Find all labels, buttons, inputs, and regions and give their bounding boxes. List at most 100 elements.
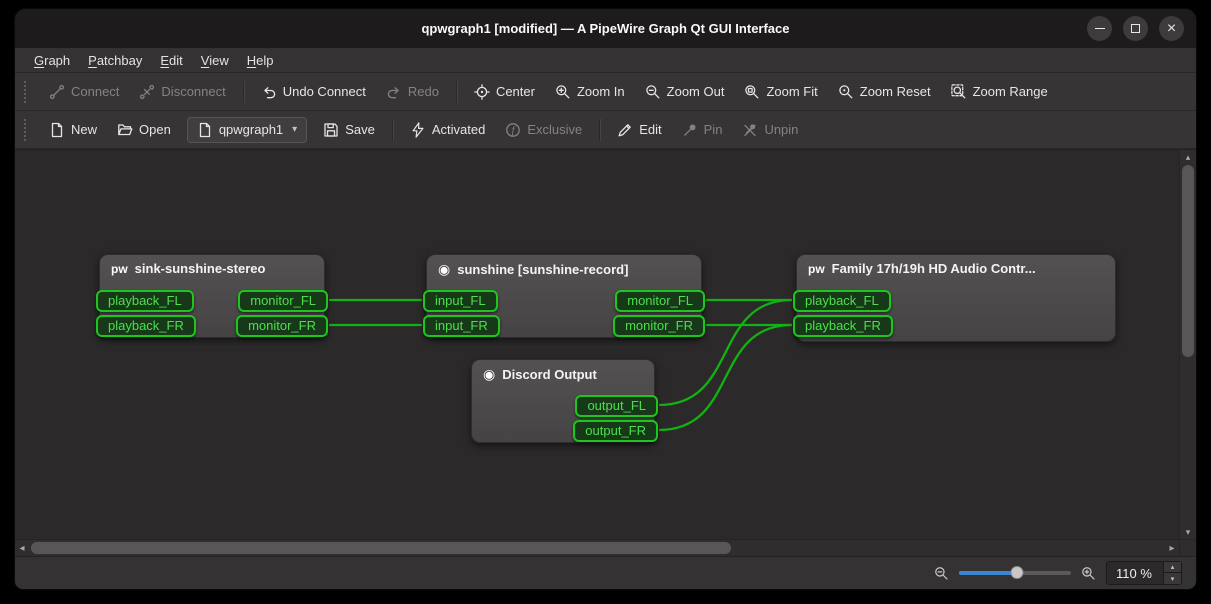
input-port[interactable]: playback_FR	[793, 315, 893, 337]
connection-wire[interactable]	[659, 325, 792, 430]
disconnect-label: Disconnect	[161, 84, 225, 99]
chevron-down-icon: ▾	[292, 124, 297, 135]
zoom-spin-up-button[interactable]: ▴	[1164, 562, 1181, 573]
menu-graph[interactable]: Graph	[25, 51, 79, 70]
output-port[interactable]: output_FL	[575, 395, 658, 417]
close-button[interactable]: ×	[1159, 16, 1184, 41]
toolbar-drag-handle[interactable]	[24, 119, 31, 141]
scroll-up-icon[interactable]: ▴	[1180, 151, 1196, 163]
exclusive-icon: f	[505, 122, 521, 138]
graph-node[interactable]: ◉Discord Output output_FL output_FR	[471, 359, 655, 443]
node-title-bar[interactable]: pwFamily 17h/19h HD Audio Contr...	[797, 255, 1115, 276]
zoom-slider[interactable]	[959, 565, 1071, 581]
status-bar: 110 % ▴ ▾	[15, 556, 1196, 589]
zoom-in-icon	[555, 84, 571, 100]
patchbay-file-icon	[197, 122, 213, 138]
edit-button[interactable]: Edit	[608, 116, 670, 144]
zoom-slider-handle[interactable]	[1011, 566, 1024, 579]
exclusive-button[interactable]: f Exclusive	[496, 116, 591, 144]
output-port[interactable]: output_FR	[573, 420, 658, 442]
output-port[interactable]: monitor_FL	[238, 290, 328, 312]
minimize-button[interactable]	[1087, 16, 1112, 41]
redo-button[interactable]: Redo	[377, 78, 448, 106]
patchbay-selector[interactable]: qpwgraph1 ▾	[187, 117, 307, 143]
undo-icon	[261, 84, 277, 100]
node-title: sunshine [sunshine-record]	[457, 262, 628, 277]
undo-connect-button[interactable]: Undo Connect	[252, 78, 375, 106]
zoom-range-icon	[951, 84, 967, 100]
save-label: Save	[345, 122, 375, 137]
close-icon: ×	[1167, 21, 1176, 37]
input-port[interactable]: input_FL	[423, 290, 498, 312]
menu-view[interactable]: View	[192, 51, 238, 70]
graph-toolbar: Connect Disconnect Undo Connect Redo Cen…	[15, 73, 1196, 111]
zoom-fit-label: Zoom Fit	[766, 84, 817, 99]
menu-bar: Graph Patchbay Edit View Help	[15, 48, 1196, 73]
zoom-range-button[interactable]: Zoom Range	[942, 78, 1057, 106]
hscroll-row: ◂ ▸	[15, 539, 1196, 556]
app-window: qpwgraph1 [modified] — A PipeWire Graph …	[14, 8, 1197, 590]
zoom-spinbox[interactable]: 110 % ▴ ▾	[1106, 561, 1182, 585]
input-port[interactable]: playback_FR	[96, 315, 196, 337]
save-button[interactable]: Save	[314, 116, 384, 144]
menu-patchbay[interactable]: Patchbay	[79, 51, 151, 70]
pin-button[interactable]: Pin	[673, 116, 732, 144]
unpin-button[interactable]: Unpin	[733, 116, 807, 144]
edit-label: Edit	[639, 122, 661, 137]
disconnect-button[interactable]: Disconnect	[130, 78, 234, 106]
horizontal-scrollbar-thumb[interactable]	[31, 542, 731, 554]
zoom-out-mini-icon[interactable]	[934, 566, 949, 581]
zoom-slider-fill	[959, 571, 1017, 575]
graph-canvas[interactable]: pwsink-sunshine-stereoplayback_FLplaybac…	[15, 150, 1179, 539]
open-button[interactable]: Open	[108, 116, 180, 144]
activated-button[interactable]: Activated	[401, 116, 494, 144]
menu-edit[interactable]: Edit	[151, 51, 191, 70]
file-toolbar: New Open qpwgraph1 ▾ Save Activated f Ex…	[15, 111, 1196, 149]
undo-connect-label: Undo Connect	[283, 84, 366, 99]
connect-label: Connect	[71, 84, 119, 99]
vertical-scrollbar-thumb[interactable]	[1182, 165, 1194, 357]
zoom-in-mini-icon[interactable]	[1081, 566, 1096, 581]
graph-node[interactable]: ◉sunshine [sunshine-record] input_FLinput…	[426, 254, 702, 338]
exclusive-label: Exclusive	[527, 122, 582, 137]
toolbar-separator	[456, 81, 457, 103]
output-port[interactable]: monitor_FR	[236, 315, 328, 337]
scrollbar-corner	[1179, 540, 1196, 556]
node-title-bar[interactable]: ◉sunshine [sunshine-record]	[427, 255, 701, 278]
new-button[interactable]: New	[40, 116, 106, 144]
disconnect-icon	[139, 84, 155, 100]
connect-button[interactable]: Connect	[40, 78, 128, 106]
input-port[interactable]: input_FR	[423, 315, 500, 337]
center-button[interactable]: Center	[465, 78, 544, 106]
zoom-fit-button[interactable]: Zoom Fit	[735, 78, 826, 106]
maximize-button[interactable]	[1123, 16, 1148, 41]
zoom-out-button[interactable]: Zoom Out	[636, 78, 734, 106]
scroll-right-icon[interactable]: ▸	[1165, 540, 1179, 556]
node-title-bar[interactable]: ◉Discord Output	[472, 360, 654, 383]
input-port[interactable]: playback_FL	[96, 290, 194, 312]
patchbay-selector-value: qpwgraph1	[219, 122, 283, 137]
pipewire-icon: pw	[808, 262, 825, 276]
center-icon	[474, 84, 490, 100]
scroll-left-icon[interactable]: ◂	[15, 540, 29, 556]
vertical-scrollbar[interactable]: ▴ ▾	[1179, 150, 1196, 539]
zoom-value: 110 %	[1116, 566, 1156, 581]
zoom-reset-button[interactable]: Zoom Reset	[829, 78, 940, 106]
output-port[interactable]: monitor_FL	[615, 290, 705, 312]
input-port[interactable]: playback_FL	[793, 290, 891, 312]
toolbar-drag-handle[interactable]	[24, 81, 31, 103]
scroll-down-icon[interactable]: ▾	[1180, 526, 1196, 538]
zoom-reset-icon	[838, 84, 854, 100]
graph-node[interactable]: pwsink-sunshine-stereo playback_FLplaybac…	[99, 254, 325, 338]
toolbar-separator	[599, 119, 600, 141]
menu-help[interactable]: Help	[238, 51, 283, 70]
activated-label: Activated	[432, 122, 485, 137]
zoom-fit-icon	[744, 84, 760, 100]
zoom-spin-down-button[interactable]: ▾	[1164, 573, 1181, 584]
zoom-in-button[interactable]: Zoom In	[546, 78, 634, 106]
horizontal-scrollbar[interactable]: ◂ ▸	[15, 540, 1179, 556]
graph-node[interactable]: pwFamily 17h/19h HD Audio Contr... playba…	[796, 254, 1116, 342]
output-port[interactable]: monitor_FR	[613, 315, 705, 337]
title-bar[interactable]: qpwgraph1 [modified] — A PipeWire Graph …	[15, 9, 1196, 48]
node-title-bar[interactable]: pwsink-sunshine-stereo	[100, 255, 324, 276]
